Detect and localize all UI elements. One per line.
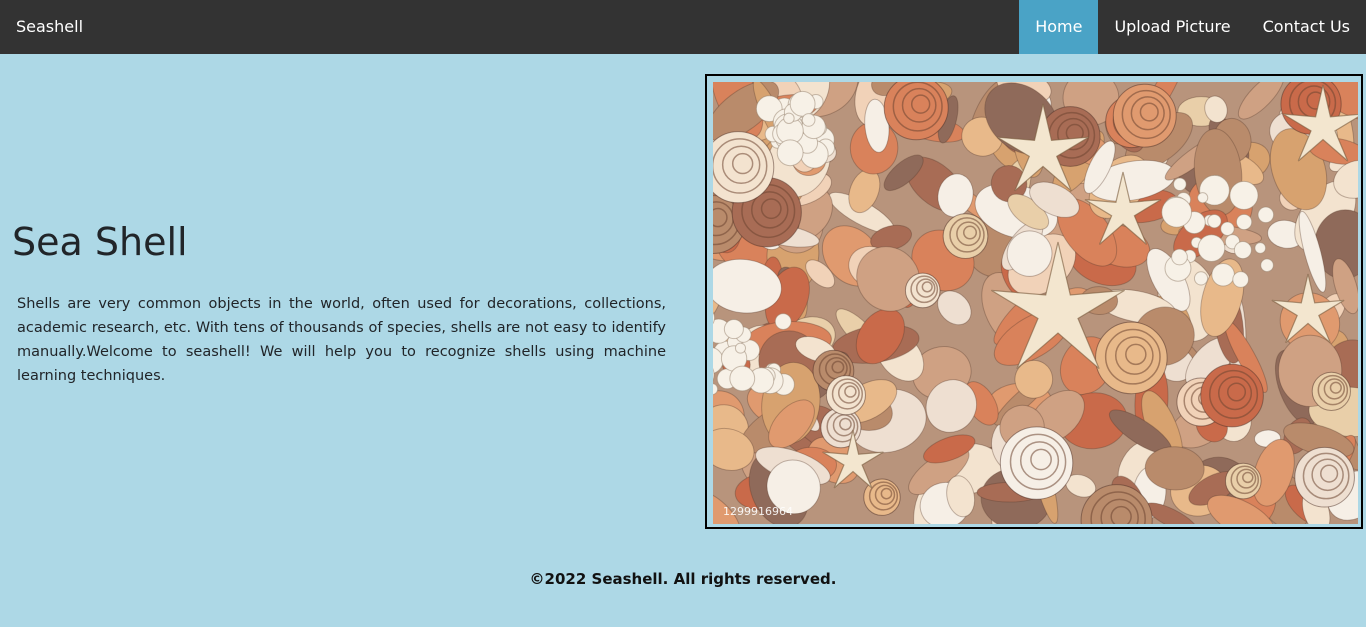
nav-link-contact-us[interactable]: Contact Us — [1247, 0, 1366, 54]
intro-paragraph: Shells are very common objects in the wo… — [17, 296, 666, 384]
brand-link[interactable]: Seashell — [16, 17, 83, 36]
footer-copyright: ©2022 Seashell. All rights reserved. — [529, 570, 837, 588]
seashell-illustration — [713, 82, 1358, 524]
nav-links: Home Upload Picture Contact Us — [1019, 0, 1366, 54]
stock-id-label: 1299916964 — [723, 505, 793, 518]
seashell-photo: 1299916964 — [713, 82, 1358, 524]
nav-link-home[interactable]: Home — [1019, 0, 1099, 54]
page-title: Sea Shell — [12, 220, 188, 264]
top-navbar: Seashell Home Upload Picture Contact Us — [0, 0, 1366, 54]
nav-link-upload-picture[interactable]: Upload Picture — [1098, 0, 1246, 54]
image-frame: 1299916964 — [705, 74, 1363, 529]
